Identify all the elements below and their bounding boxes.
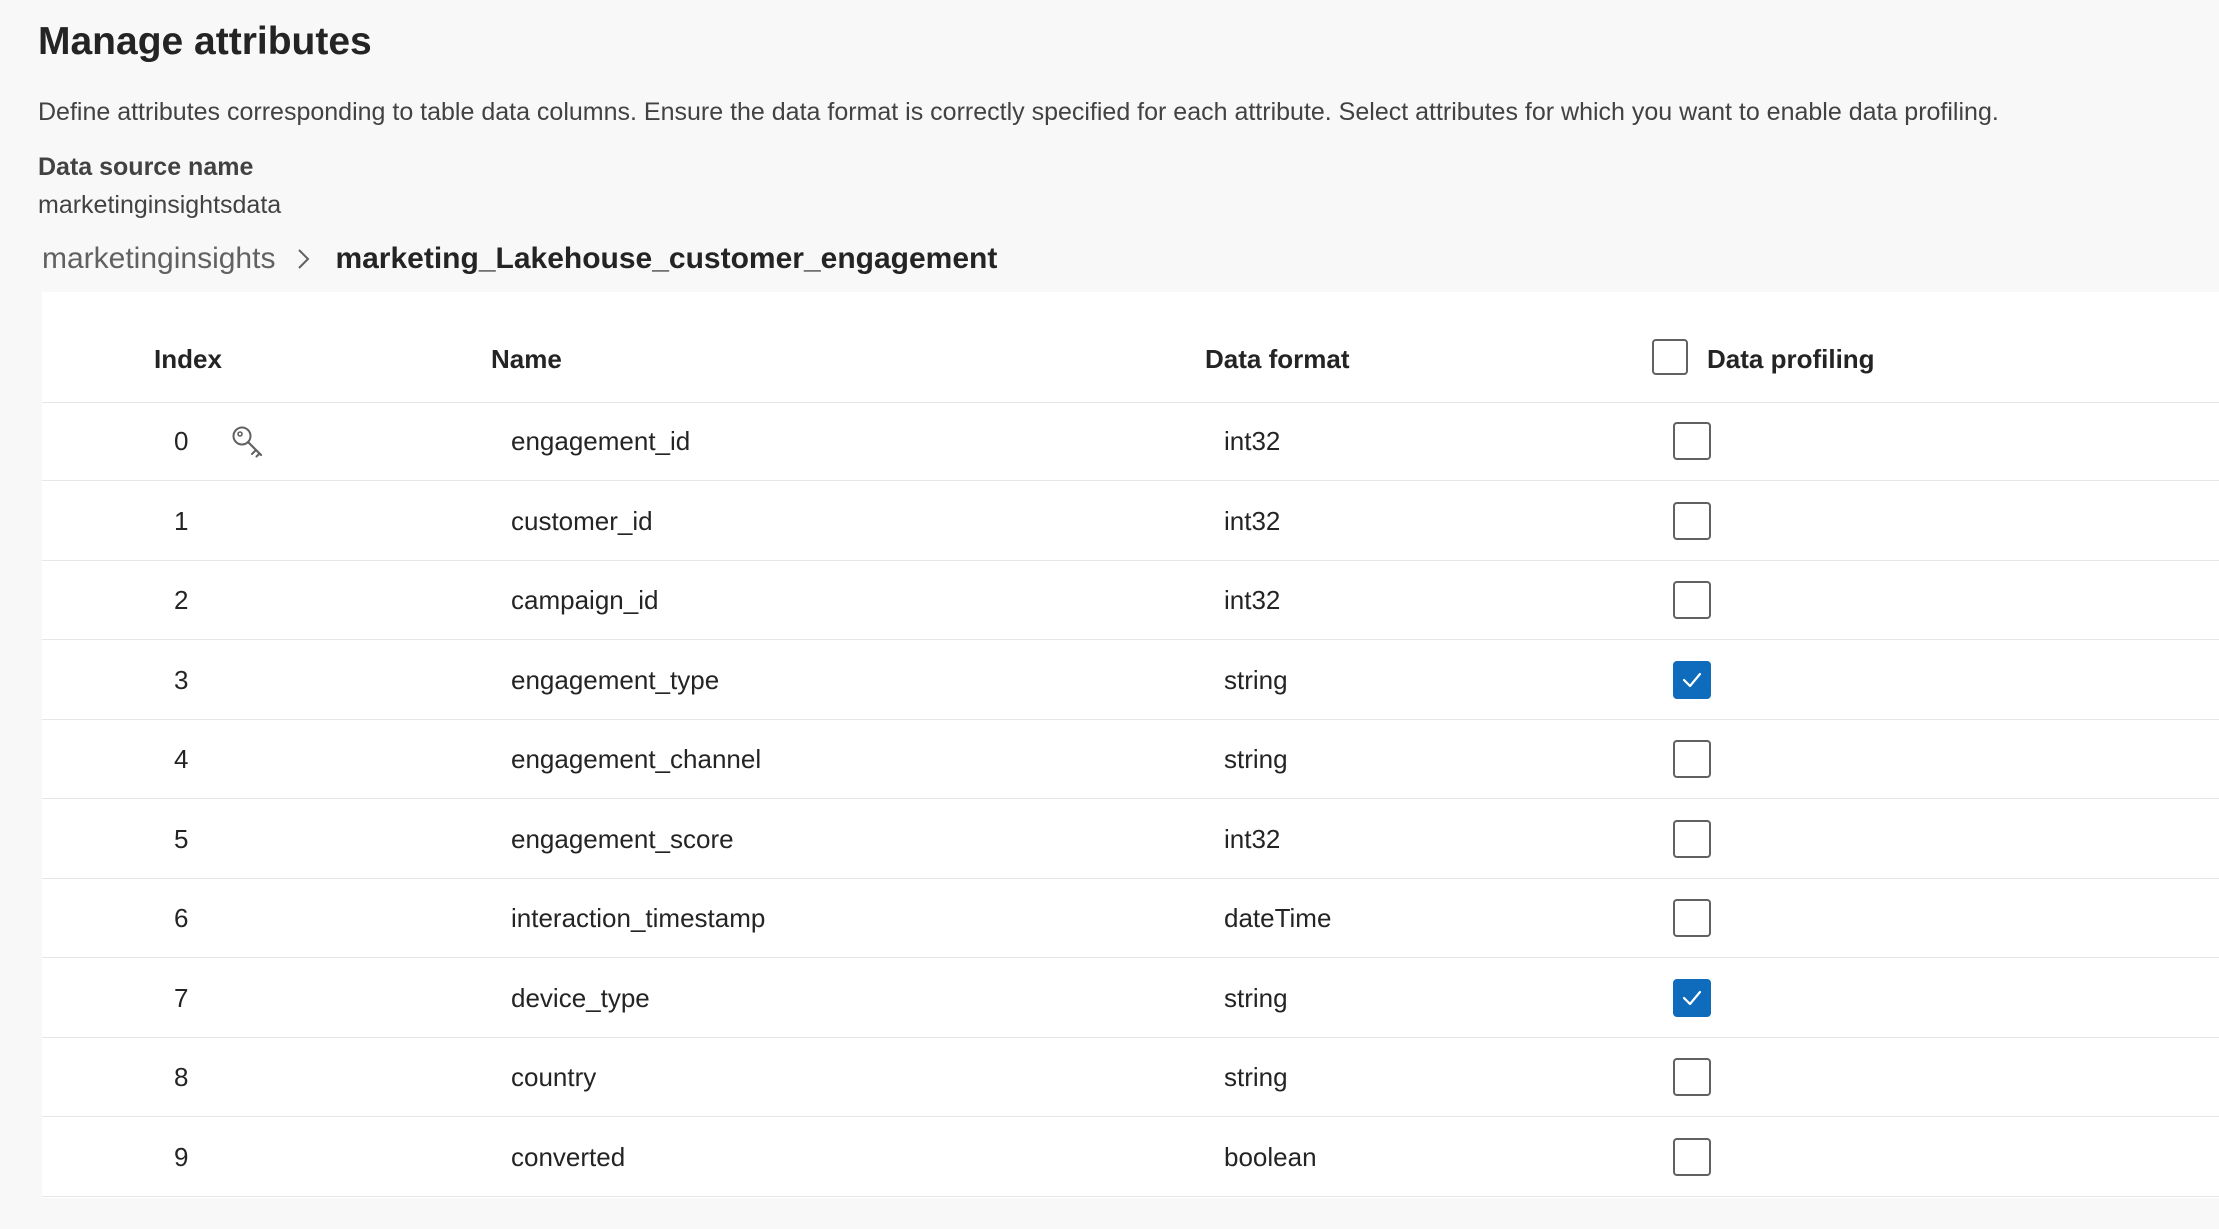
attribute-name: converted	[511, 1141, 626, 1172]
key-icon	[232, 426, 263, 458]
attribute-name: interaction_timestamp	[511, 903, 766, 933]
attributes-table: Index Name Data format Data profiling 0 e…	[42, 292, 2219, 1198]
row-index: 0	[174, 426, 189, 456]
data-source-value: marketinginsightsdata	[38, 191, 282, 219]
attribute-name: campaign_id	[511, 585, 659, 615]
data-profiling-checkbox[interactable]	[1673, 1058, 1711, 1096]
data-source-label: Data source name	[38, 153, 254, 181]
data-profiling-checkbox[interactable]	[1673, 978, 1711, 1017]
table-row: 1 customer_id int32	[42, 482, 2219, 561]
attribute-data-format[interactable]: int32	[1224, 561, 1280, 640]
data-profiling-checkbox[interactable]	[1673, 819, 1711, 858]
row-index: 4	[174, 744, 189, 774]
table-row: 2 campaign_id int32	[42, 561, 2219, 640]
row-index: 3	[174, 664, 189, 695]
column-header-data-profiling: Data profiling	[1707, 344, 1875, 374]
data-profiling-checkbox[interactable]	[1673, 740, 1711, 778]
table-header: Index Name Data format Data profiling	[42, 292, 2219, 403]
data-profiling-checkbox[interactable]	[1673, 899, 1711, 937]
row-index: 8	[174, 1062, 189, 1092]
row-index: 6	[174, 903, 189, 933]
table-row: 5 engagement_score int32	[42, 800, 2219, 879]
page-title: Manage attributes	[38, 20, 372, 63]
attribute-data-format[interactable]: boolean	[1224, 1118, 1317, 1197]
table-row: 3 engagement_type string	[42, 641, 2219, 720]
column-header-data-format: Data format	[1205, 344, 1350, 374]
table-row: 7 device_type string	[42, 959, 2219, 1038]
attribute-name: engagement_score	[511, 823, 734, 854]
table-row: 4 engagement_channel string	[42, 720, 2219, 799]
column-header-index: Index	[154, 344, 222, 374]
attribute-data-format[interactable]: string	[1224, 641, 1288, 720]
data-profiling-checkbox[interactable]	[1673, 660, 1711, 699]
table-row: 6 interaction_timestamp dateTime	[42, 879, 2219, 958]
manage-attributes-page: Manage attributes Define attributes corr…	[0, 0, 2219, 1229]
table-row: 9 converted boolean	[42, 1118, 2219, 1197]
select-all-profiling-checkbox[interactable]	[1652, 339, 1688, 375]
attribute-data-format[interactable]: dateTime	[1224, 879, 1331, 958]
attribute-data-format[interactable]: string	[1224, 959, 1288, 1038]
attribute-name: country	[511, 1062, 597, 1092]
row-index: 7	[174, 982, 189, 1013]
attribute-name: device_type	[511, 982, 650, 1013]
data-profiling-checkbox[interactable]	[1673, 501, 1711, 540]
attribute-name: engagement_channel	[511, 744, 762, 774]
data-profiling-checkbox[interactable]	[1673, 581, 1711, 619]
row-index: 5	[174, 823, 189, 854]
attribute-data-format[interactable]: int32	[1224, 402, 1280, 481]
attribute-data-format[interactable]: string	[1224, 1038, 1288, 1117]
attribute-name: customer_id	[511, 505, 653, 536]
breadcrumb-root-link[interactable]: marketinginsights	[42, 242, 275, 276]
column-header-name: Name	[491, 344, 562, 374]
checkmark-icon	[1682, 990, 1702, 1005]
attribute-name: engagement_type	[511, 664, 720, 695]
breadcrumb: marketinginsights marketing_Lakehouse_cu…	[42, 239, 997, 279]
row-index: 1	[174, 505, 189, 536]
page-description: Define attributes corresponding to table…	[38, 98, 1999, 126]
attribute-data-format[interactable]: string	[1224, 720, 1288, 799]
breadcrumb-current: marketing_Lakehouse_customer_engagement	[335, 242, 998, 275]
row-index: 9	[174, 1141, 189, 1172]
chevron-right-icon	[298, 249, 310, 269]
data-profiling-checkbox[interactable]	[1673, 1137, 1711, 1176]
attribute-name: engagement_id	[511, 426, 691, 456]
attribute-data-format[interactable]: int32	[1224, 800, 1280, 879]
table-row: 0 engagement_id int32	[42, 402, 2219, 481]
row-index: 2	[174, 585, 189, 615]
attribute-data-format[interactable]: int32	[1224, 482, 1280, 561]
data-profiling-checkbox[interactable]	[1673, 422, 1711, 460]
checkmark-icon	[1682, 672, 1702, 687]
table-row: 8 country string	[42, 1038, 2219, 1117]
